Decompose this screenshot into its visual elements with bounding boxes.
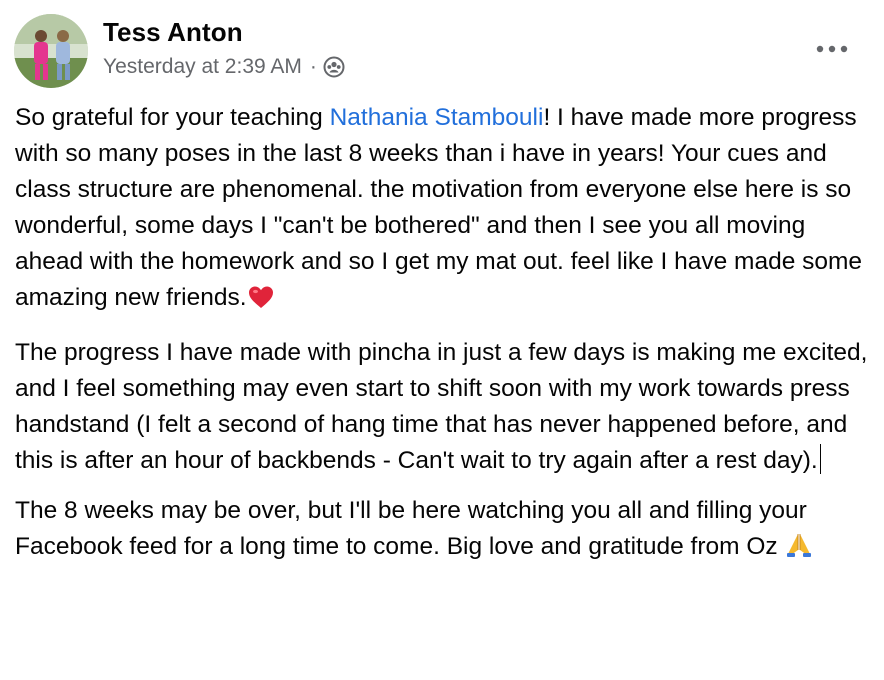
paragraph-text: So grateful for your teaching <box>15 104 330 131</box>
meta-separator: · <box>309 55 317 78</box>
avatar-photo <box>14 14 88 88</box>
post-timestamp[interactable]: Yesterday at 2:39 AM <box>103 55 302 79</box>
post-paragraph-3: The 8 weeks may be over, but I'll be her… <box>15 493 877 570</box>
post-body: So grateful for your teaching Nathania S… <box>15 100 877 584</box>
praying-hands-emoji-icon <box>784 531 814 570</box>
heart-emoji-icon <box>247 284 275 321</box>
paragraph-text: The 8 weeks may be over, but I'll be her… <box>15 497 807 560</box>
post-header: Tess Anton Yesterday at 2:39 AM · <box>12 10 872 90</box>
post-meta: Yesterday at 2:39 AM · <box>103 55 345 79</box>
author-name[interactable]: Tess Anton <box>103 17 243 48</box>
paragraph-text: ! I have made more progress with so many… <box>15 104 863 311</box>
facebook-post: Tess Anton Yesterday at 2:39 AM · So gra… <box>0 0 884 680</box>
mention-link[interactable]: Nathania Stambouli <box>330 104 544 131</box>
paragraph-text: The progress I have made with pincha in … <box>15 339 868 474</box>
author-avatar[interactable] <box>14 14 88 88</box>
post-paragraph-2: The progress I have made with pincha in … <box>15 335 877 479</box>
post-paragraph-1: So grateful for your teaching Nathania S… <box>15 100 877 321</box>
text-cursor <box>819 444 821 474</box>
more-options-icon[interactable] <box>812 38 852 60</box>
friends-audience-icon[interactable] <box>323 56 345 78</box>
